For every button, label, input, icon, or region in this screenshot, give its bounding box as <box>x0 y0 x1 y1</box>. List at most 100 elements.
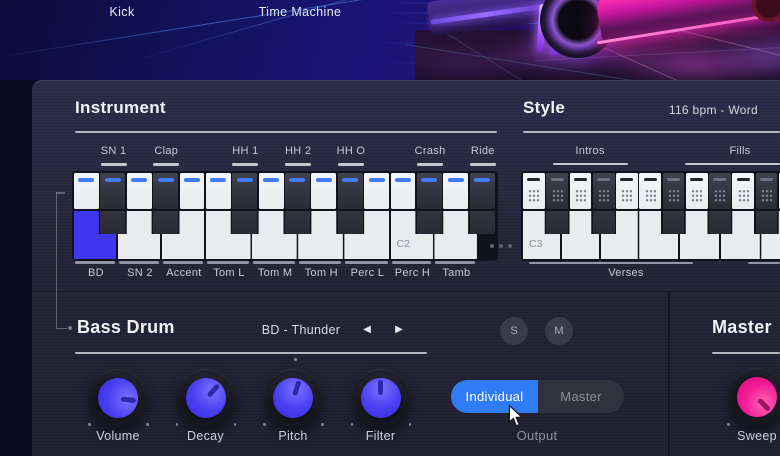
key-indicator-bar <box>527 178 541 181</box>
key-Tom L-head[interactable] <box>205 173 231 209</box>
edit-section-divider <box>75 352 427 354</box>
style-tempo-meta: 116 bpm - Word <box>668 103 758 117</box>
key-G3-head[interactable] <box>685 173 708 209</box>
key-Crash-head[interactable] <box>416 173 442 209</box>
key-Crash-body[interactable] <box>416 210 442 234</box>
key-HH 1-body[interactable] <box>232 210 258 234</box>
output-caption: Output <box>516 428 558 443</box>
key-HH O-body[interactable] <box>337 210 363 234</box>
knob-cap <box>728 368 780 426</box>
master-divider <box>712 352 780 354</box>
key-C3-head[interactable] <box>523 173 545 209</box>
knob-label-filter: Filter <box>365 429 396 443</box>
solo-button[interactable]: S <box>500 317 528 345</box>
style-divider <box>523 131 780 133</box>
key-Ride-body[interactable] <box>469 210 495 234</box>
key-HH 2-body[interactable] <box>285 210 310 234</box>
output-toggle-master[interactable]: Master <box>538 380 624 413</box>
key-A#3-body[interactable] <box>755 210 778 234</box>
preset-prev-icon[interactable]: ◀ <box>357 322 377 338</box>
key-Clap-head[interactable] <box>153 173 178 209</box>
knob-cap <box>95 375 141 421</box>
knob-cap <box>177 369 234 427</box>
knob-sweep[interactable] <box>728 368 780 426</box>
black-key-label-tick <box>417 163 444 166</box>
preset-next-icon[interactable]: ▶ <box>389 322 409 338</box>
key-indicator-bar <box>236 178 253 182</box>
style-keyboard: C3 <box>523 173 780 259</box>
key-indicator-bar <box>736 178 750 181</box>
knob-max-dot <box>233 423 236 426</box>
key-indicator-bar <box>157 178 174 182</box>
knob-pointer <box>291 380 301 396</box>
key-F#3-body[interactable] <box>662 210 685 234</box>
key-HH 2-head[interactable] <box>285 173 310 209</box>
key-Tom H-head[interactable] <box>311 173 337 209</box>
key-A3-head[interactable] <box>732 173 754 209</box>
key-indicator-bar <box>104 178 121 182</box>
key-slot-dots-icon <box>760 189 772 202</box>
white-key-label-line <box>253 261 296 264</box>
bd-connector-dot <box>68 326 72 330</box>
key-HH 1-head[interactable] <box>232 173 258 209</box>
key-D#3-body[interactable] <box>592 210 615 234</box>
knob-decay[interactable] <box>176 369 235 427</box>
key-Accent-head[interactable] <box>179 173 205 209</box>
black-key-label-tick <box>285 163 312 166</box>
style-group-line <box>685 163 780 165</box>
white-key-label-line <box>345 261 388 264</box>
knob-volume[interactable] <box>89 369 147 427</box>
key-G#3-body[interactable] <box>709 210 731 234</box>
key-HH O-head[interactable] <box>337 173 363 209</box>
white-key-label-Tamb: Tamb <box>442 267 471 279</box>
key-F#3-head[interactable] <box>662 173 685 209</box>
knob-max-dot <box>146 423 149 426</box>
key-A#3-head[interactable] <box>755 173 778 209</box>
key-G#3-head[interactable] <box>709 173 731 209</box>
key-SN 1-head[interactable] <box>100 173 126 209</box>
key-Ride-head[interactable] <box>469 173 495 209</box>
key-Perc H-head[interactable] <box>390 173 416 209</box>
key-indicator-bar <box>368 178 385 182</box>
knob-min-dot <box>727 423 730 426</box>
key-SN 2-head[interactable] <box>126 173 152 209</box>
key-C#3-head[interactable] <box>546 173 568 209</box>
key-Tom M-head[interactable] <box>258 173 284 209</box>
instrument-divider <box>75 131 497 133</box>
key-indicator-bar <box>597 178 611 181</box>
mute-button[interactable]: M <box>545 317 573 345</box>
black-key-label-Ride: Ride <box>470 145 495 157</box>
knob-max-dot <box>321 423 324 426</box>
master-title: Master <box>712 317 772 337</box>
key-E3-head[interactable] <box>616 173 638 209</box>
key-Perc L-head[interactable] <box>364 173 389 209</box>
key-D3-head[interactable] <box>569 173 592 209</box>
header-label-kick: Kick <box>109 5 135 19</box>
key-Clap-body[interactable] <box>153 210 178 234</box>
key-indicator-bar <box>620 178 634 181</box>
key-BD-head[interactable] <box>74 173 99 209</box>
key-F3-head[interactable] <box>639 173 661 209</box>
key-D#3-head[interactable] <box>592 173 615 209</box>
style-title: Style <box>523 98 566 117</box>
knob-pitch[interactable] <box>264 369 322 427</box>
black-key-label-tick <box>100 163 127 166</box>
output-toggle: Individual Master <box>451 380 624 413</box>
black-key-label-tick <box>469 163 496 166</box>
key-C#3-body[interactable] <box>546 210 568 234</box>
key-SN 1-body[interactable] <box>100 210 126 234</box>
knob-pointer <box>205 382 220 398</box>
style-group-label-Verses: Verses <box>608 267 644 279</box>
black-key-label-Clap: Clap <box>154 145 179 157</box>
white-key-label-line <box>75 261 115 264</box>
key-Tamb-head[interactable] <box>443 173 469 209</box>
knob-cap <box>360 378 401 418</box>
preset-selector[interactable]: BD - Thunder <box>231 323 371 337</box>
key-indicator-bar <box>289 178 306 182</box>
white-key-label-line <box>435 261 476 264</box>
key-slot-dots-icon <box>598 189 610 202</box>
key-slot-dots-icon <box>644 189 656 202</box>
key-slot-dots-icon <box>621 189 633 202</box>
knob-filter[interactable] <box>351 369 410 427</box>
output-toggle-individual[interactable]: Individual <box>451 380 538 413</box>
